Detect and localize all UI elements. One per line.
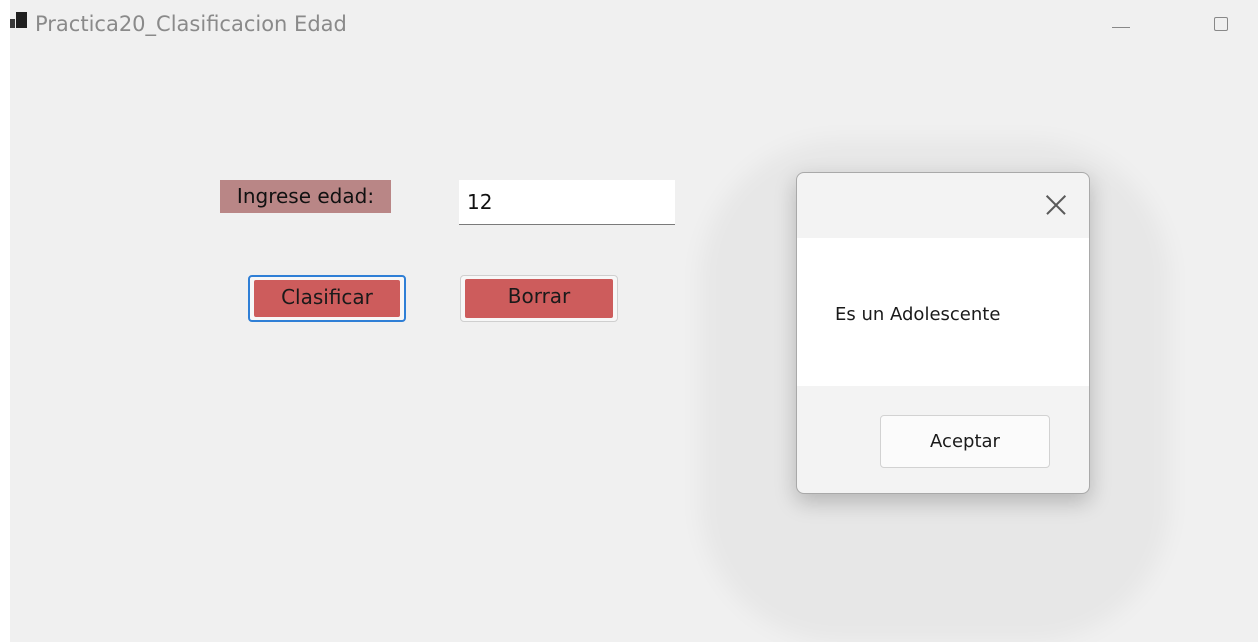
classify-button[interactable]: Clasificar [248, 275, 406, 322]
app-window: Practica20_Clasificacion Edad Ingrese ed… [10, 0, 1258, 642]
clear-button-label: Borrar [465, 279, 613, 318]
window-title: Practica20_Clasificacion Edad [35, 12, 347, 36]
title-bar[interactable]: Practica20_Clasificacion Edad [10, 0, 1258, 50]
app-icon [10, 12, 28, 32]
clear-button[interactable]: Borrar [460, 275, 618, 322]
classify-button-label: Clasificar [254, 280, 400, 317]
age-label: Ingrese edad: [220, 180, 391, 213]
close-icon[interactable] [1042, 191, 1070, 219]
age-input[interactable] [459, 180, 675, 225]
maximize-icon [1214, 17, 1228, 31]
ok-button[interactable]: Aceptar [880, 415, 1050, 468]
minimize-button[interactable] [1102, 8, 1142, 42]
dialog-message: Es un Adolescente [835, 304, 1001, 325]
message-box: Es un Adolescente Aceptar [796, 172, 1090, 494]
message-area: Es un Adolescente [797, 238, 1089, 386]
minimize-icon [1112, 27, 1130, 28]
maximize-button[interactable] [1204, 8, 1244, 42]
